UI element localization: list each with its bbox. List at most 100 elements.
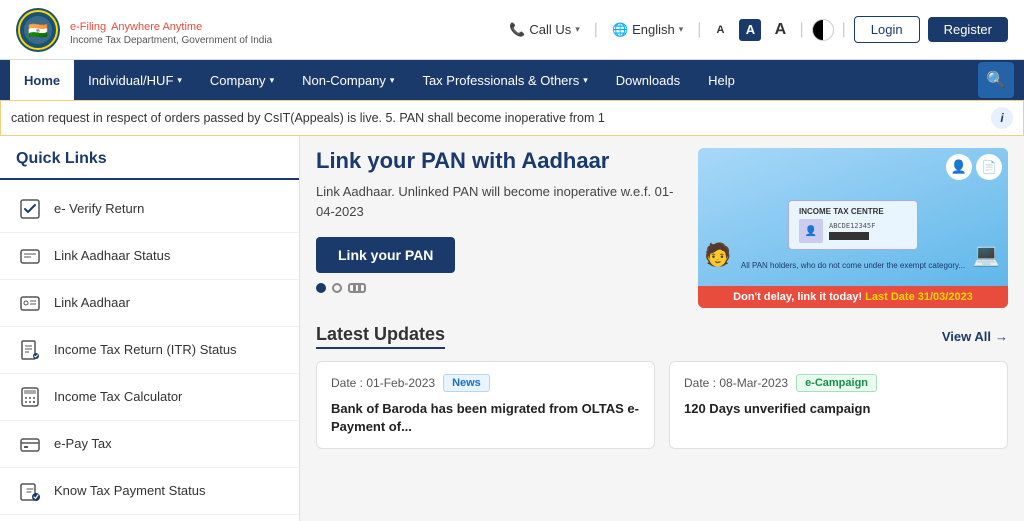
pan-banner-image: 👤 📄 INCOME TAX CENTRE 👤 ABCDE12345F — [698, 148, 1008, 308]
nav-bar: Home Individual/HUF ▾ Company ▾ Non-Comp… — [0, 60, 1024, 100]
contrast-button[interactable] — [812, 19, 834, 41]
arrow-right-icon: → — [995, 329, 1008, 344]
pay-tax-icon — [16, 430, 44, 458]
update-cards: Date : 01-Feb-2023 News Bank of Baroda h… — [316, 361, 1008, 449]
top-bar: 🇮🇳 e-Filing Anywhere Anytime Income Tax … — [0, 0, 1024, 60]
nav-tax-professionals[interactable]: Tax Professionals & Others ▾ — [408, 60, 601, 100]
slide-dot-1[interactable] — [316, 283, 326, 293]
pan-photo: 👤 — [799, 219, 823, 243]
link-pan-button[interactable]: Link your PAN — [316, 237, 455, 273]
language-chevron-icon: ▾ — [679, 24, 684, 35]
calculator-icon — [16, 383, 44, 411]
nav-individual-huf[interactable]: Individual/HUF ▾ — [74, 60, 196, 100]
update-card-1-date: Date : 01-Feb-2023 — [331, 376, 435, 390]
ql-epay-tax-label: e-Pay Tax — [54, 436, 112, 453]
update-card-2: Date : 08-Mar-2023 e-Campaign 120 Days u… — [669, 361, 1008, 449]
slide-dots — [316, 283, 682, 293]
nav-downloads-label: Downloads — [616, 73, 680, 88]
pan-small-text: All PAN holders, who do not come under t… — [728, 261, 978, 270]
language-selector[interactable]: 🌐 English ▾ — [606, 22, 689, 38]
logo-text: e-Filing Anywhere Anytime Income Tax Dep… — [70, 14, 272, 46]
top-right-controls: 📞 Call Us ▾ | 🌐 English ▾ | A A A | | Lo… — [503, 16, 1008, 43]
nav-help[interactable]: Help — [694, 60, 749, 100]
nav-company[interactable]: Company ▾ — [196, 60, 288, 100]
ql-instant-epan[interactable]: PAN Instant E-PAN — [0, 515, 299, 521]
slide-dot-2[interactable] — [332, 283, 342, 293]
ql-link-aadhaar-label: Link Aadhaar — [54, 295, 130, 312]
ql-verify-return[interactable]: e- Verify Return — [0, 186, 299, 233]
separator-3: | — [799, 21, 803, 39]
ql-link-aadhaar-status-label: Link Aadhaar Status — [54, 248, 170, 265]
svg-text:🇮🇳: 🇮🇳 — [28, 22, 48, 40]
font-medium-button[interactable]: A — [739, 19, 761, 41]
latest-updates-title: Latest Updates — [316, 324, 445, 349]
nav-tax-professionals-label: Tax Professionals & Others — [422, 73, 579, 88]
phone-icon: 📞 — [509, 22, 525, 38]
ql-income-tax-calculator[interactable]: Income Tax Calculator — [0, 374, 299, 421]
view-all-label: View All — [942, 329, 991, 344]
logo-area: 🇮🇳 e-Filing Anywhere Anytime Income Tax … — [16, 8, 272, 52]
update-card-1: Date : 01-Feb-2023 News Bank of Baroda h… — [316, 361, 655, 449]
nav-company-label: Company — [210, 73, 266, 88]
nav-help-label: Help — [708, 73, 735, 88]
logo-icon: 🇮🇳 — [16, 8, 60, 52]
nav-company-chevron-icon: ▾ — [270, 75, 275, 86]
update-card-2-header: Date : 08-Mar-2023 e-Campaign — [684, 374, 993, 392]
nav-individual-huf-label: Individual/HUF — [88, 73, 173, 88]
quick-links-panel: Quick Links e- Verify Return Link Aadhaa… — [0, 136, 300, 521]
separator-1: | — [594, 21, 598, 39]
nav-non-company-label: Non-Company — [302, 73, 386, 88]
search-icon: 🔍 — [986, 70, 1006, 90]
logo-tagline: Anywhere Anytime — [111, 21, 202, 33]
logo-main-text: e-Filing — [70, 21, 106, 33]
update-card-1-header: Date : 01-Feb-2023 News — [331, 374, 640, 392]
register-button[interactable]: Register — [928, 17, 1008, 42]
slide-pause-button[interactable] — [348, 283, 366, 293]
language-label: English — [632, 22, 675, 37]
pan-section: Link your PAN with Aadhaar Link Aadhaar.… — [316, 148, 1008, 308]
main-content: Quick Links e- Verify Return Link Aadhaa… — [0, 136, 1024, 521]
nav-non-company[interactable]: Non-Company ▾ — [288, 60, 408, 100]
ql-know-tax-payment-status-label: Know Tax Payment Status — [54, 483, 206, 500]
login-button[interactable]: Login — [854, 16, 920, 43]
pan-description: Link Aadhaar. Unlinked PAN will become i… — [316, 182, 682, 221]
ql-know-tax-payment-status[interactable]: Know Tax Payment Status — [0, 468, 299, 515]
font-large-button[interactable]: A — [769, 19, 791, 41]
font-small-button[interactable]: A — [709, 19, 731, 41]
search-button[interactable]: 🔍 — [978, 62, 1014, 98]
pause-bar-1 — [353, 285, 356, 291]
call-us-label: Call Us — [529, 22, 571, 37]
update-card-1-text: Bank of Baroda has been migrated from OL… — [331, 400, 640, 436]
nav-home[interactable]: Home — [10, 60, 74, 100]
ql-link-aadhaar[interactable]: Link Aadhaar — [0, 280, 299, 327]
quick-links-title: Quick Links — [0, 150, 299, 180]
update-card-1-badge: News — [443, 374, 490, 392]
call-us-button[interactable]: 📞 Call Us ▾ — [503, 22, 586, 38]
ql-link-aadhaar-status[interactable]: Link Aadhaar Status — [0, 233, 299, 280]
tax-payment-status-icon — [16, 477, 44, 505]
view-all-button[interactable]: View All → — [942, 329, 1008, 344]
nav-home-label: Home — [24, 73, 60, 88]
ticker-text: cation request in respect of orders pass… — [11, 111, 983, 125]
banner-icon-1: 👤 — [946, 154, 972, 180]
pan-number: ABCDE12345F — [829, 222, 907, 230]
nav-downloads[interactable]: Downloads — [602, 60, 694, 100]
ql-epay-tax[interactable]: e-Pay Tax — [0, 421, 299, 468]
globe-icon: 🌐 — [612, 22, 628, 38]
pan-barcode — [829, 232, 869, 240]
aadhaar-icon — [16, 289, 44, 317]
ql-itr-status-label: Income Tax Return (ITR) Status — [54, 342, 237, 359]
pause-bar-2 — [358, 285, 361, 291]
latest-updates-header: Latest Updates View All → — [316, 324, 1008, 349]
pan-card: INCOME TAX CENTRE 👤 ABCDE12345F — [788, 200, 918, 250]
nav-individual-chevron-icon: ▾ — [177, 75, 182, 86]
ql-itr-status[interactable]: Income Tax Return (ITR) Status — [0, 327, 299, 374]
itr-status-icon — [16, 336, 44, 364]
pan-last-date: Last Date 31/03/2023 — [865, 291, 973, 303]
update-card-2-date: Date : 08-Mar-2023 — [684, 376, 788, 390]
logo-subtitle: Income Tax Department, Government of Ind… — [70, 35, 272, 46]
info-icon[interactable]: i — [991, 107, 1013, 129]
pan-text-area: Link your PAN with Aadhaar Link Aadhaar.… — [316, 148, 682, 308]
pan-title: Link your PAN with Aadhaar — [316, 148, 682, 174]
ql-verify-return-label: e- Verify Return — [54, 201, 144, 218]
